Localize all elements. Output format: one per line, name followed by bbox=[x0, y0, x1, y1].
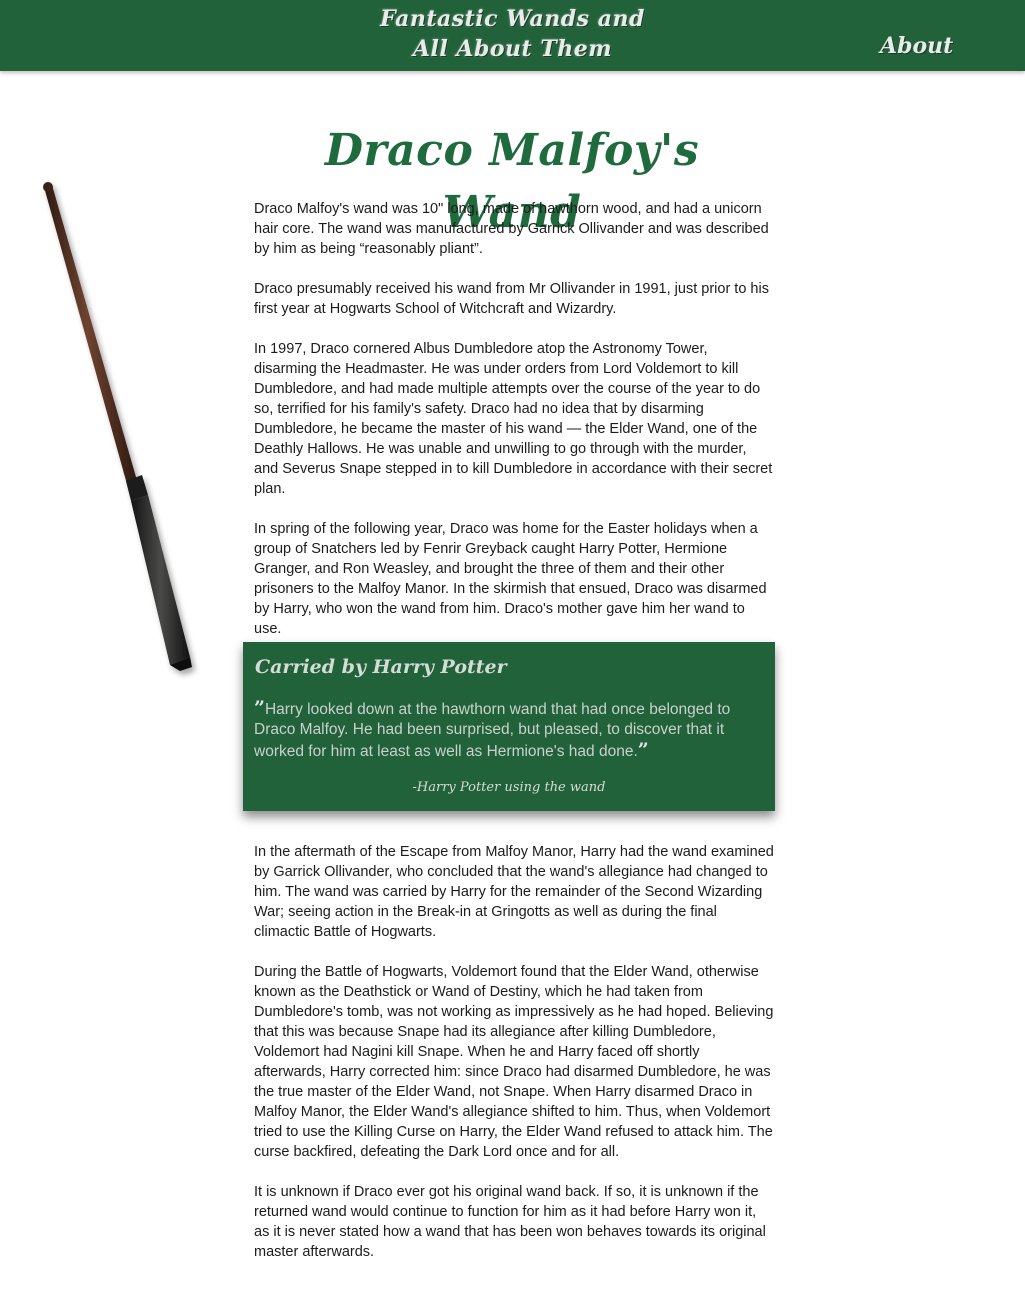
site-header: Fantastic Wands and All About Them About bbox=[0, 0, 1025, 71]
quote-attribution: -Harry Potter using the wand bbox=[412, 780, 606, 795]
open-quote-mark: ” bbox=[254, 697, 265, 719]
quote-box: Carried by Harry Potter ”Harry looked do… bbox=[243, 642, 775, 811]
close-quote-mark: ” bbox=[637, 739, 649, 761]
quote-body: Harry looked down at the hawthorn wand t… bbox=[254, 701, 731, 760]
wand-image bbox=[43, 182, 192, 671]
paragraph-4: In spring of the following year, Draco w… bbox=[254, 521, 767, 637]
paragraph-7: It is unknown if Draco ever got his orig… bbox=[254, 1184, 766, 1260]
about-link[interactable]: About bbox=[880, 33, 953, 59]
paragraph-5: In the aftermath of the Escape from Malf… bbox=[254, 844, 774, 940]
site-title-line-2: All About Them bbox=[412, 36, 613, 62]
site-title[interactable]: Fantastic Wands and All About Them bbox=[380, 4, 645, 64]
paragraph-6: During the Battle of Hogwarts, Voldemort… bbox=[254, 964, 774, 1160]
paragraph-2: Draco presumably received his wand from … bbox=[254, 281, 769, 317]
quote-title: Carried by Harry Potter bbox=[255, 656, 507, 678]
quote-text: ”Harry looked down at the hawthorn wand … bbox=[254, 698, 769, 762]
paragraph-3: In 1997, Draco cornered Albus Dumbledore… bbox=[254, 341, 773, 497]
paragraph-1: Draco Malfoy's wand was 10" long, made o… bbox=[254, 201, 769, 257]
site-title-line-1: Fantastic Wands and bbox=[380, 6, 645, 32]
